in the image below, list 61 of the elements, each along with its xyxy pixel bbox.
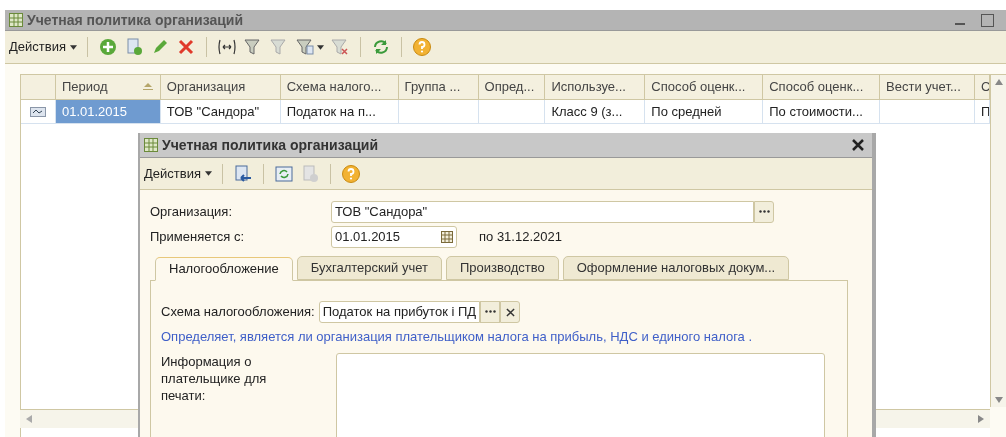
help-icon[interactable]	[340, 163, 361, 184]
organization-field[interactable]: ТОВ "Сандора"	[331, 201, 754, 223]
dropdown-caret-icon[interactable]	[316, 44, 324, 50]
column-header[interactable]: Используе...	[545, 75, 646, 99]
table-cell[interactable]: По стоимости...	[763, 100, 881, 123]
table-icon	[9, 13, 23, 27]
table-cell[interactable]: Класс 9 (з...	[545, 100, 646, 123]
organization-label: Организация:	[150, 203, 234, 222]
table-cell[interactable]: По средней	[645, 100, 764, 123]
caret-icon	[204, 171, 212, 176]
actions-menu-button[interactable]: Действия	[9, 37, 77, 57]
add-icon[interactable]	[97, 37, 118, 57]
filter-icon[interactable]	[268, 37, 289, 57]
record-icon	[29, 106, 46, 117]
hint-text: Определяет, является ли организация плательщиком налога на прибыль, НДС и единого налога .	[161, 328, 754, 346]
tab[interactable]: Оформление налоговых докум...	[562, 256, 790, 280]
tax-scheme-label: Схема налогообложения:	[161, 303, 315, 322]
dialog-title: Учетная политика организаций	[162, 135, 379, 155]
table-cell[interactable]: ТОВ "Сандора"	[160, 100, 281, 123]
clear-button[interactable]	[500, 301, 521, 323]
column-header[interactable]: Организация	[160, 75, 281, 99]
select-button[interactable]	[480, 301, 501, 323]
help-icon[interactable]	[411, 37, 432, 57]
tab[interactable]: Бухгалтерский учет	[296, 256, 442, 280]
tax-scheme-field[interactable]: Податок на прибуток і ПД	[318, 301, 481, 323]
close-icon	[505, 307, 515, 317]
column-header[interactable]: Способ оценк...	[645, 75, 764, 99]
payer-info-field[interactable]	[336, 352, 825, 437]
column-header[interactable]: Вести учет...	[880, 75, 975, 99]
payer-info-label: Информация о плательщике для печати:	[161, 352, 268, 405]
ellipsis-icon	[484, 310, 496, 313]
applies-until-text: по 31.12.2021	[479, 228, 562, 247]
select-button[interactable]	[754, 201, 774, 223]
column-header[interactable]: Группа ...	[398, 75, 479, 99]
maximize-button[interactable]	[981, 13, 994, 27]
column-header[interactable]: Схема налого...	[280, 75, 399, 99]
column-header[interactable]: Способ оценк...	[763, 75, 881, 99]
caret-icon	[69, 44, 77, 50]
close-icon[interactable]	[852, 139, 864, 151]
applies-from-label: Применяется с:	[150, 228, 246, 247]
interval-icon[interactable]	[216, 37, 237, 57]
column-header[interactable]: Опред...	[478, 75, 546, 99]
table-icon	[144, 138, 158, 152]
clear-filter-icon[interactable]	[329, 37, 350, 57]
filter-icon[interactable]	[242, 37, 263, 57]
refresh-icon[interactable]	[273, 163, 294, 184]
scroll-up-icon[interactable]	[994, 79, 1003, 85]
tab[interactable]: Налогообложение	[155, 257, 293, 281]
ellipsis-icon	[758, 210, 770, 213]
tab[interactable]: Производство	[445, 256, 559, 280]
scroll-right-icon[interactable]	[978, 415, 984, 423]
date-field[interactable]: 01.01.2015	[331, 226, 457, 248]
save-document-icon[interactable]	[232, 163, 253, 184]
table-cell[interactable]: Податок на п...	[280, 100, 399, 123]
vertical-scrollbar[interactable]	[990, 75, 1006, 407]
scroll-down-icon[interactable]	[994, 397, 1003, 403]
actions-menu-button[interactable]: Действия	[144, 163, 212, 184]
scroll-left-icon[interactable]	[26, 415, 32, 423]
window-title: Учетная политика организаций	[27, 10, 244, 30]
calendar-icon[interactable]	[441, 231, 453, 243]
column-header[interactable]: Период	[55, 75, 161, 99]
